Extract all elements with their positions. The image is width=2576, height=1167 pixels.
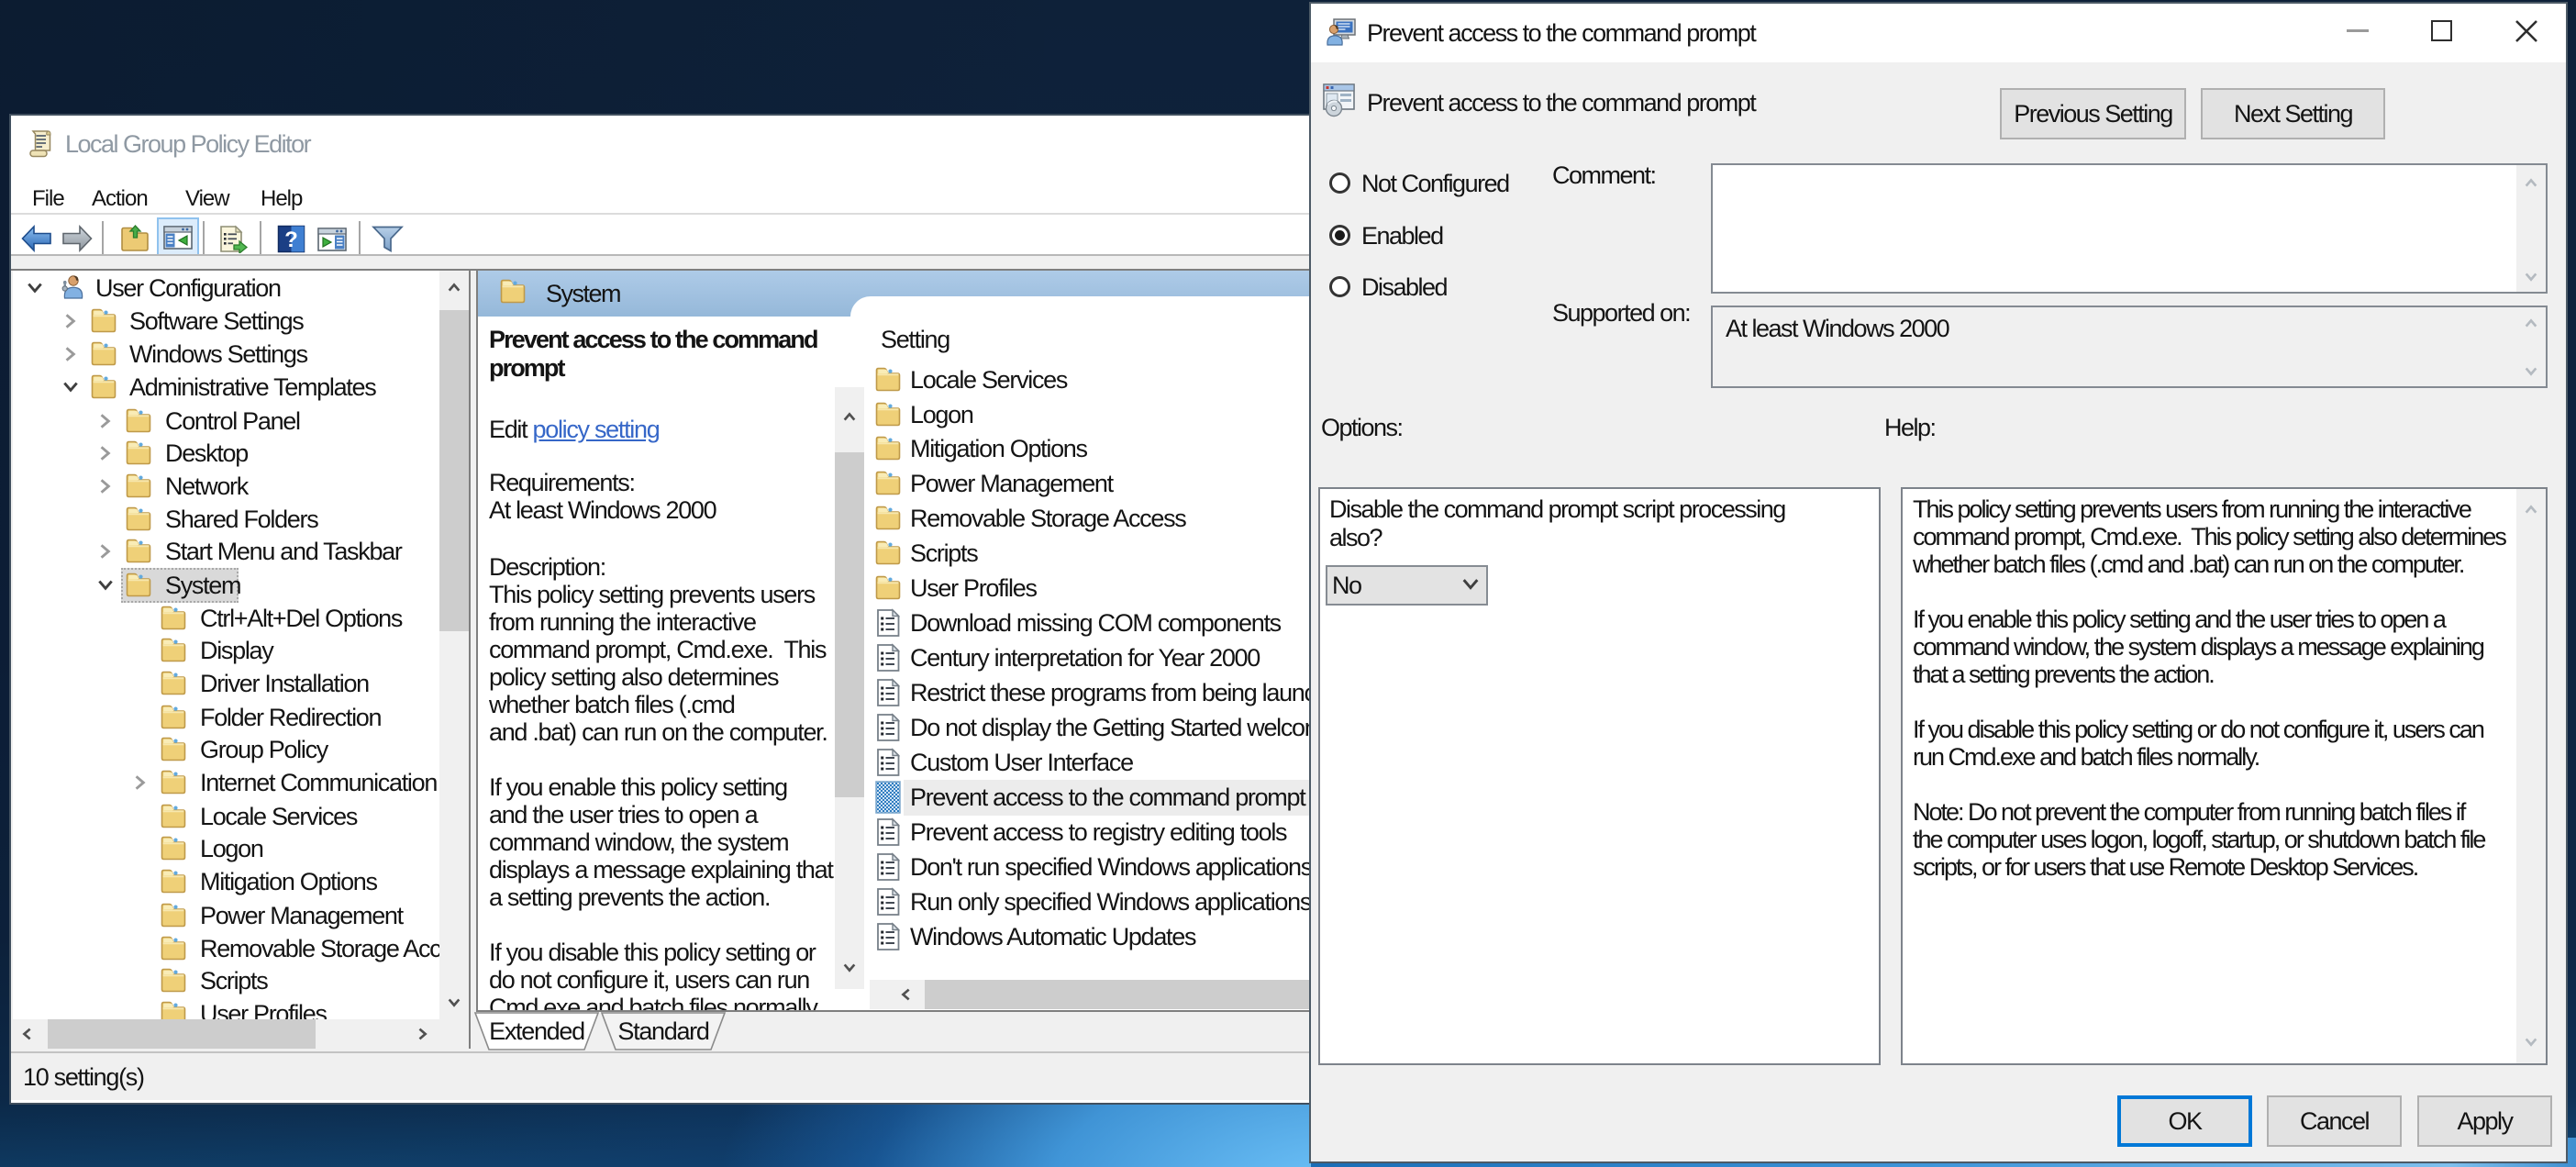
svg-text:?: ? — [284, 228, 298, 252]
